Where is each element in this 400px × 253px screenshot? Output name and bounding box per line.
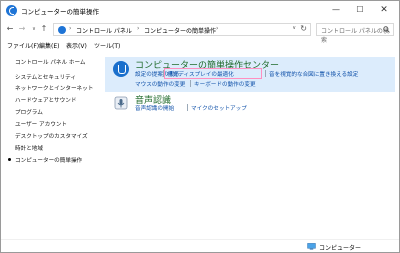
link-separator (265, 70, 266, 77)
breadcrumb-separator-icon[interactable]: › (137, 25, 139, 32)
status-bar: コンピューター (1, 239, 399, 252)
microphone-icon[interactable] (113, 95, 129, 111)
menu-view[interactable]: 表示(V) (66, 41, 87, 50)
control-panel-window: コンピューターの簡単操作 — ☐ ✕ ← → ∨ ↑ › コントロール パネル … (0, 0, 400, 253)
sidebar-item-user-accounts[interactable]: ユーザー アカウント (15, 120, 67, 128)
ease-of-access-icon (6, 5, 17, 16)
sidebar-item-home[interactable]: コントロール パネル ホーム (15, 58, 86, 66)
close-button[interactable]: ✕ (373, 1, 395, 19)
sidebar-item-ease-of-access[interactable]: コンピューターの簡単操作 (7, 156, 82, 164)
link-separator (190, 80, 191, 87)
link-keyboard-settings[interactable]: キーボードの動作の変更 (194, 80, 256, 88)
menu-bar: ファイル(F) 編集(E) 表示(V) ツール(T) (1, 39, 399, 51)
link-start-speech-recognition[interactable]: 音声認識の開始 (135, 104, 174, 112)
link-microphone-setup[interactable]: マイクのセットアップ (191, 104, 247, 112)
title-bar: コンピューターの簡単操作 — ☐ ✕ (1, 1, 399, 21)
computer-icon (307, 243, 316, 250)
control-panel-icon (58, 26, 66, 34)
status-location-text: コンピューター (319, 245, 362, 252)
maximize-button[interactable]: ☐ (349, 1, 371, 19)
search-icon[interactable] (383, 26, 390, 33)
menu-tools[interactable]: ツール(T) (94, 41, 120, 50)
breadcrumb-separator-icon[interactable]: › (216, 25, 218, 32)
search-input[interactable]: コントロール パネルの検索 (316, 23, 394, 44)
recent-locations-chevron-icon[interactable]: ∨ (29, 23, 39, 35)
minimize-button[interactable]: — (325, 1, 347, 19)
focus-highlight-box (164, 68, 262, 79)
menu-edit[interactable]: 編集(E) (39, 41, 59, 50)
link-replace-sounds-visual-cues[interactable]: 音を視覚的な合図に置き換える設定 (269, 70, 358, 78)
sidebar-item-clock-region[interactable]: 時計と地域 (15, 144, 43, 152)
up-arrow-icon[interactable]: ↑ (39, 23, 49, 35)
sidebar-item-system-security[interactable]: システムとセキュリティ (15, 73, 76, 81)
link-mouse-settings[interactable]: マウスの動作の変更 (135, 80, 185, 88)
breadcrumb-control-panel[interactable]: コントロール パネル (76, 26, 132, 35)
navigation-bar: ← → ∨ ↑ › コントロール パネル › コンピューターの簡単操作 › ∨ … (1, 22, 399, 44)
back-arrow-icon[interactable]: ← (5, 23, 15, 35)
address-dropdown-icon[interactable]: ∨ (292, 25, 296, 31)
menu-file[interactable]: ファイル(F) (7, 41, 39, 50)
sidebar-item-desktop[interactable]: デスクトップのカスタマイズ (15, 132, 88, 140)
forward-arrow-icon[interactable]: → (17, 23, 27, 35)
ease-of-access-center-icon[interactable] (113, 61, 129, 77)
sidebar-item-programs[interactable]: プログラム (15, 108, 43, 116)
breadcrumb-ease-of-access[interactable]: コンピューターの簡単操作 (144, 26, 216, 35)
window-title: コンピューターの簡単操作 (21, 8, 99, 16)
refresh-icon[interactable]: ↻ (300, 24, 307, 33)
sidebar-item-network[interactable]: ネットワークとインターネット (15, 84, 93, 92)
link-separator (187, 104, 188, 111)
address-bar[interactable]: › コントロール パネル › コンピューターの簡単操作 › ∨ ↻ (53, 23, 311, 36)
sidebar-item-hardware-sound[interactable]: ハードウェアとサウンド (15, 96, 76, 104)
sidebar: コントロール パネル ホーム システムとセキュリティ ネットワークとインターネッ… (1, 53, 101, 233)
breadcrumb-separator-icon[interactable]: › (69, 25, 71, 32)
